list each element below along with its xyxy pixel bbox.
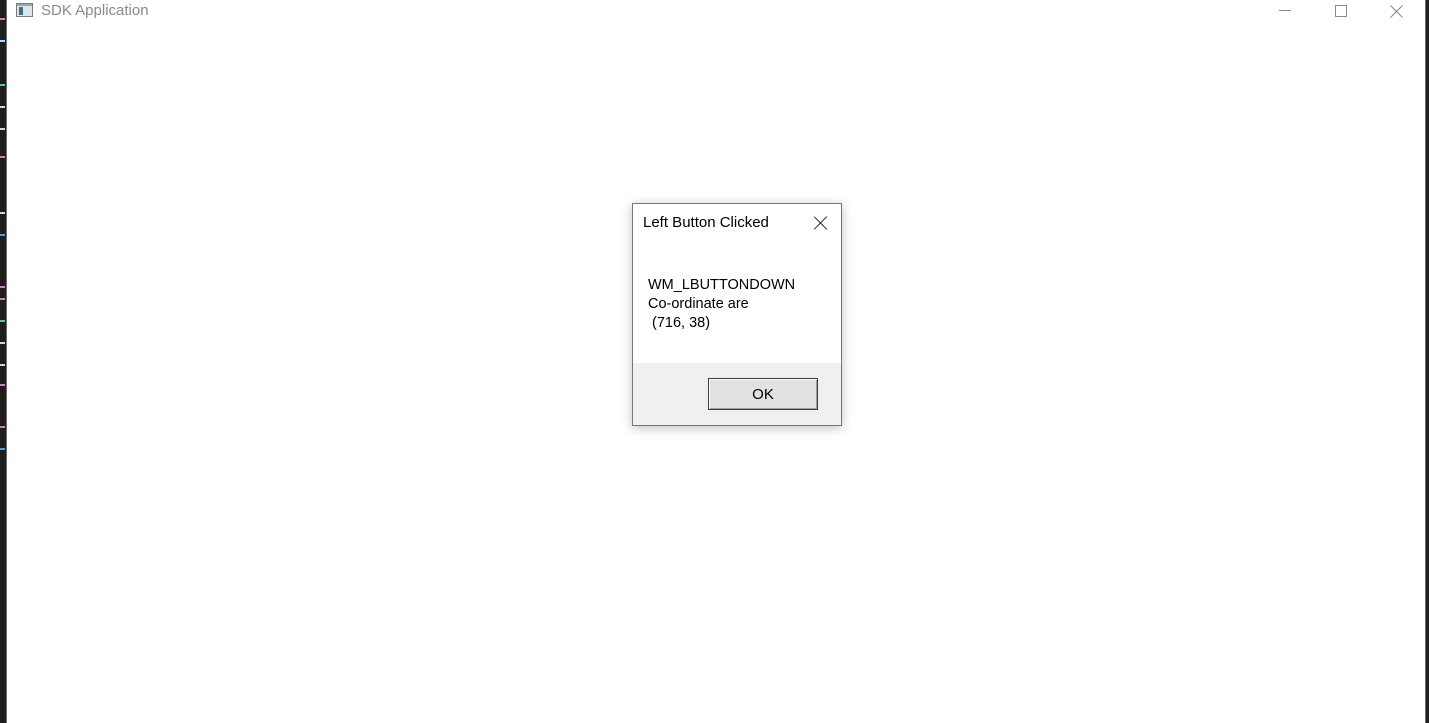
editor-text-fragment — [0, 286, 5, 288]
dialog-message: WM_LBUTTONDOWN Co-ordinate are (716, 38) — [648, 276, 795, 333]
title-bar[interactable]: SDK Application — [7, 0, 1425, 23]
editor-text-fragment — [0, 156, 5, 158]
editor-text-fragment — [0, 40, 5, 42]
editor-text-fragment — [0, 448, 5, 450]
editor-text-fragment — [0, 364, 5, 366]
editor-text-fragment — [0, 298, 5, 300]
dialog-button-area: OK — [633, 363, 841, 425]
editor-text-fragment — [0, 320, 5, 322]
window-title: SDK Application — [41, 2, 149, 19]
maximize-icon — [1335, 4, 1347, 17]
dialog-title: Left Button Clicked — [643, 214, 769, 231]
editor-text-fragment — [0, 128, 5, 130]
editor-text-fragment — [0, 84, 5, 86]
ok-button[interactable]: OK — [708, 378, 818, 410]
editor-text-fragment — [0, 18, 5, 20]
editor-text-fragment — [0, 426, 5, 428]
minimize-icon — [1279, 10, 1291, 11]
desktop: SDK Application Left Button Clicked WM_L… — [0, 0, 1429, 723]
message-box-dialog: Left Button Clicked WM_LBUTTONDOWN Co-or… — [632, 203, 842, 426]
minimize-button[interactable] — [1262, 0, 1308, 23]
message-line-2: Co-ordinate are — [648, 296, 749, 312]
app-window-icon[interactable] — [16, 3, 33, 17]
close-button[interactable] — [1374, 0, 1420, 23]
editor-text-fragment — [0, 106, 5, 108]
maximize-button[interactable] — [1318, 0, 1364, 23]
message-line-1: WM_LBUTTONDOWN — [648, 277, 796, 293]
dialog-close-button[interactable] — [808, 211, 834, 235]
message-line-3: (716, 38) — [648, 315, 711, 331]
close-icon — [814, 216, 828, 230]
editor-text-fragment — [0, 342, 5, 344]
editor-text-fragment — [0, 234, 5, 236]
editor-text-fragment — [0, 212, 5, 214]
editor-text-fragment — [0, 384, 5, 386]
close-icon — [1390, 4, 1404, 18]
